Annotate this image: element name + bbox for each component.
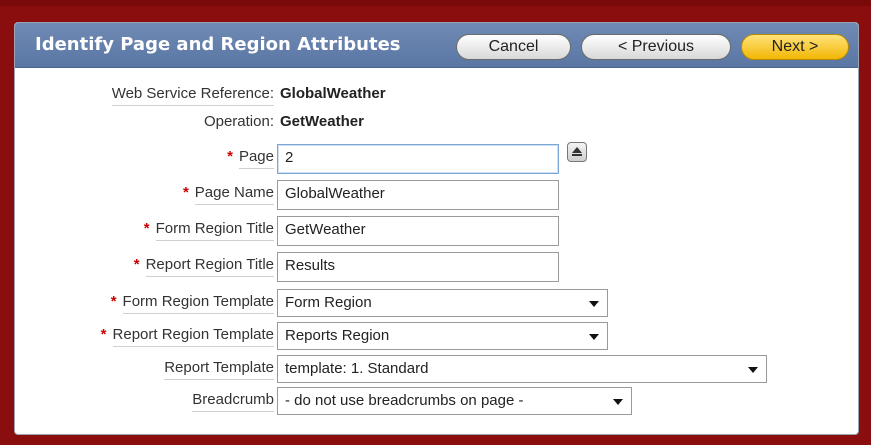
wizard-panel: Identify Page and Region Attributes Canc… [14, 22, 859, 435]
row-page-name: * Page Name GlobalWeather [15, 180, 858, 220]
operation-label: Operation: [203, 113, 274, 130]
breadcrumb-select[interactable]: - do not use breadcrumbs on page - [277, 387, 632, 415]
form-region-title-label: * Form Region Title [143, 220, 274, 241]
form-region-template-select[interactable]: Form Region [277, 289, 608, 317]
page-label: * Page [227, 148, 274, 169]
page-title: Identify Page and Region Attributes [35, 34, 401, 55]
form-region-template-label: * Form Region Template [110, 293, 274, 314]
page-name-label: * Page Name [182, 184, 274, 205]
report-template-select[interactable]: template: 1. Standard [277, 355, 767, 383]
breadcrumb-label: Breadcrumb [192, 391, 274, 412]
required-marker: * [100, 326, 107, 343]
chevron-down-icon [589, 301, 599, 307]
row-report-region-title: * Report Region Title Results [15, 252, 858, 292]
report-region-title-label: * Report Region Title [133, 256, 274, 277]
report-template-label: Report Template [164, 359, 274, 380]
chevron-down-icon [613, 399, 623, 405]
row-form-region-title: * Form Region Title GetWeather [15, 216, 858, 256]
page-input[interactable]: 2 [277, 144, 559, 174]
panel-header: Identify Page and Region Attributes Canc… [15, 23, 858, 68]
required-marker: * [182, 184, 189, 201]
required-marker: * [133, 256, 140, 273]
cancel-button[interactable]: Cancel [456, 34, 571, 60]
required-marker: * [227, 148, 233, 165]
page-name-input[interactable]: GlobalWeather [277, 180, 559, 210]
row-page: * Page 2 [15, 142, 858, 184]
form-region-title-input[interactable]: GetWeather [277, 216, 559, 246]
required-marker: * [110, 293, 117, 310]
next-button[interactable]: Next > [741, 34, 849, 60]
popup-list-icon[interactable] [567, 142, 587, 162]
row-breadcrumb: Breadcrumb - do not use breadcrumbs on p… [15, 387, 858, 427]
report-region-template-label: * Report Region Template [100, 326, 274, 347]
report-region-template-select[interactable]: Reports Region [277, 322, 608, 350]
window-top-bar [0, 0, 871, 6]
web-service-reference-label: Web Service Reference: [111, 85, 274, 106]
web-service-reference-value: GlobalWeather [280, 85, 386, 102]
chevron-down-icon [589, 334, 599, 340]
report-region-title-input[interactable]: Results [277, 252, 559, 282]
required-marker: * [143, 220, 150, 237]
operation-value: GetWeather [280, 113, 364, 130]
previous-button[interactable]: < Previous [581, 34, 731, 60]
chevron-down-icon [748, 367, 758, 373]
